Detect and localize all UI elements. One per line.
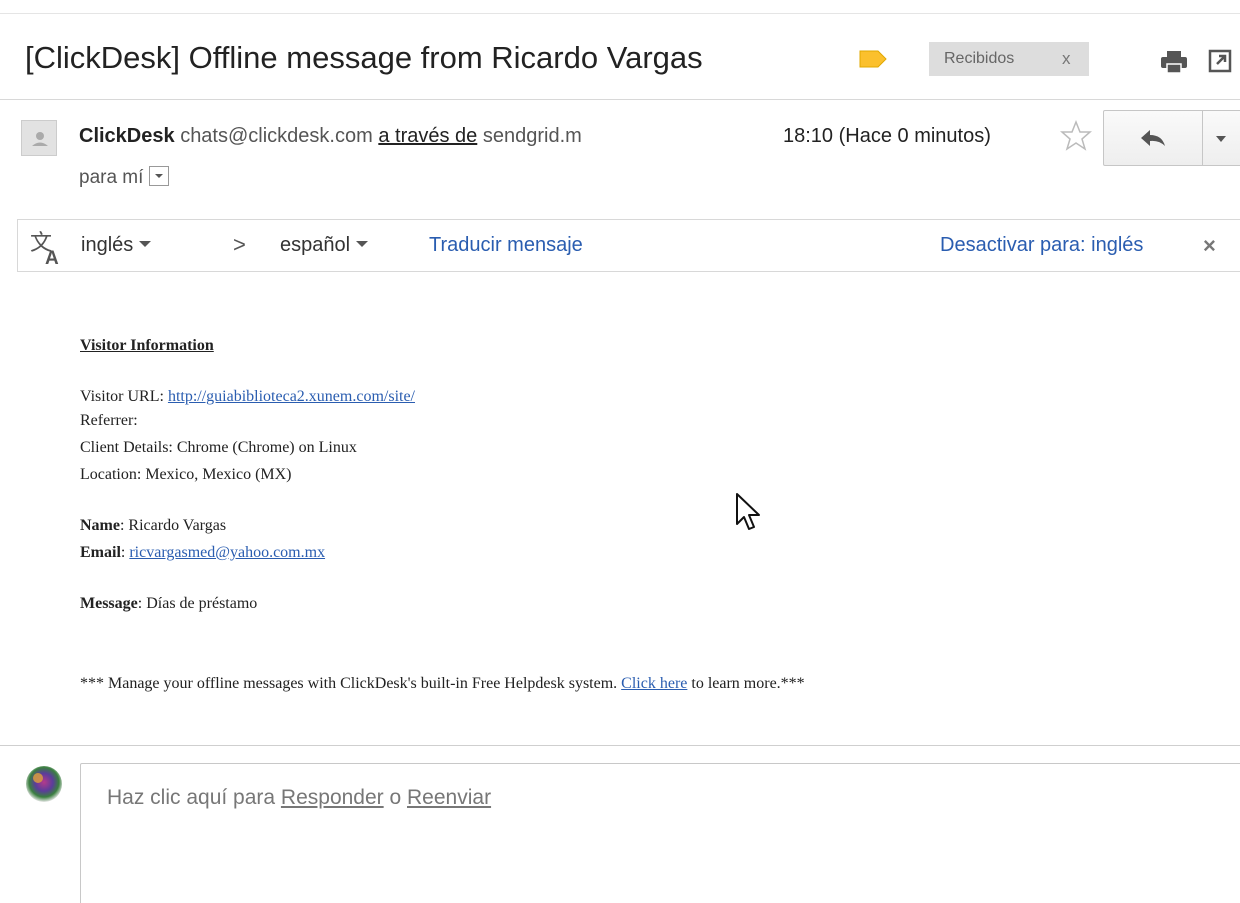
- visitor-info-heading: Visitor Information: [80, 337, 214, 354]
- reply-prompt-or: o: [383, 786, 408, 809]
- name-value: : Ricardo Vargas: [119, 517, 227, 534]
- translate-bar: 文 A inglés > español Traducir mensaje De…: [17, 219, 1240, 272]
- footer-text-post: to learn more.***: [687, 675, 805, 692]
- chevron-down-icon: [155, 173, 164, 178]
- email-line: Email: ricvargasmed@yahoo.com.mx: [80, 541, 325, 565]
- label-chip-text: Recibidos: [944, 50, 1015, 67]
- via-link[interactable]: a través de: [378, 125, 477, 147]
- header-divider: [0, 99, 1240, 100]
- reply-button[interactable]: [1103, 110, 1203, 166]
- forward-link[interactable]: Reenviar: [407, 786, 491, 809]
- subject-row: [ClickDesk] Offline message from Ricardo…: [25, 36, 1240, 84]
- direction-arrow: >: [233, 232, 246, 257]
- star-icon[interactable]: [1060, 120, 1092, 152]
- close-translate-bar-button[interactable]: ×: [1203, 233, 1216, 259]
- message-value: : Días de préstamo: [137, 595, 258, 612]
- reply-divider: [0, 745, 1240, 746]
- visitor-email-link[interactable]: ricvargasmed@yahoo.com.mx: [129, 544, 325, 561]
- visitor-url-link[interactable]: http://guiabiblioteca2.xunem.com/site/: [168, 388, 415, 405]
- label-icon[interactable]: [859, 50, 887, 68]
- source-language-select[interactable]: inglés: [81, 234, 152, 257]
- user-avatar[interactable]: [22, 764, 66, 808]
- client-details-line: Client Details: Chrome (Chrome) on Linux: [80, 439, 357, 456]
- reply-link[interactable]: Responder: [281, 786, 384, 809]
- message-line: Message: Días de préstamo: [80, 592, 257, 616]
- reply-prompt-text: Haz clic aquí para: [107, 786, 281, 809]
- visitor-url-line: Visitor URL: http://guiabiblioteca2.xune…: [80, 385, 415, 409]
- show-details-button[interactable]: [149, 165, 170, 186]
- target-language-label: español: [280, 234, 351, 256]
- disable-translation-link[interactable]: Desactivar para: inglés: [940, 234, 1143, 257]
- dropdown-arrow-icon: [356, 240, 369, 247]
- location-line: Location: Mexico, Mexico (MX): [80, 466, 292, 483]
- recipient-text: para mí: [79, 167, 144, 188]
- svg-text:A: A: [45, 248, 59, 266]
- via-domain: sendgrid.m: [482, 125, 582, 147]
- target-language-select[interactable]: español: [280, 234, 369, 257]
- click-here-link[interactable]: Click here: [621, 675, 687, 692]
- sender-name[interactable]: ClickDesk: [79, 125, 175, 147]
- translate-icon: 文 A: [30, 231, 59, 266]
- source-language-label: inglés: [81, 234, 134, 256]
- chevron-down-icon: [1216, 136, 1226, 142]
- person-icon: [32, 132, 48, 146]
- footer-line: *** Manage your offline messages with Cl…: [80, 672, 805, 696]
- name-line: Name: Ricardo Vargas: [80, 514, 226, 538]
- print-icon[interactable]: [1159, 50, 1189, 74]
- referrer-line: Referrer:: [80, 412, 138, 429]
- message-time: 18:10 (Hace 0 minutos): [783, 125, 991, 147]
- new-window-icon[interactable]: [1208, 49, 1232, 73]
- recipient-line: para mí: [79, 165, 170, 189]
- more-actions-button[interactable]: [1202, 110, 1240, 166]
- label-chip-inbox[interactable]: Recibidos x: [929, 42, 1089, 76]
- name-label: Name: [80, 517, 120, 534]
- email-subject: [ClickDesk] Offline message from Ricardo…: [25, 40, 703, 75]
- remove-label-button[interactable]: x: [1062, 42, 1071, 76]
- visitor-url-label: Visitor URL:: [80, 388, 168, 405]
- sender-line: ClickDesk chats@clickdesk.com a través d…: [79, 125, 582, 148]
- reply-box[interactable]: Haz clic aquí para Responder o Reenviar: [80, 763, 1240, 903]
- reply-prompt: Haz clic aquí para Responder o Reenviar: [107, 786, 491, 810]
- footer-text-pre: *** Manage your offline messages with Cl…: [80, 675, 622, 692]
- dropdown-arrow-icon: [139, 240, 152, 247]
- translate-message-link[interactable]: Traducir mensaje: [429, 234, 583, 257]
- sender-avatar[interactable]: [21, 120, 57, 156]
- email-label: Email: [80, 544, 121, 561]
- message-label: Message: [80, 595, 138, 612]
- top-divider: [0, 13, 1240, 14]
- sender-email: chats@clickdesk.com: [180, 125, 373, 147]
- mouse-cursor-icon: [736, 493, 760, 530]
- reply-icon: [1141, 130, 1165, 146]
